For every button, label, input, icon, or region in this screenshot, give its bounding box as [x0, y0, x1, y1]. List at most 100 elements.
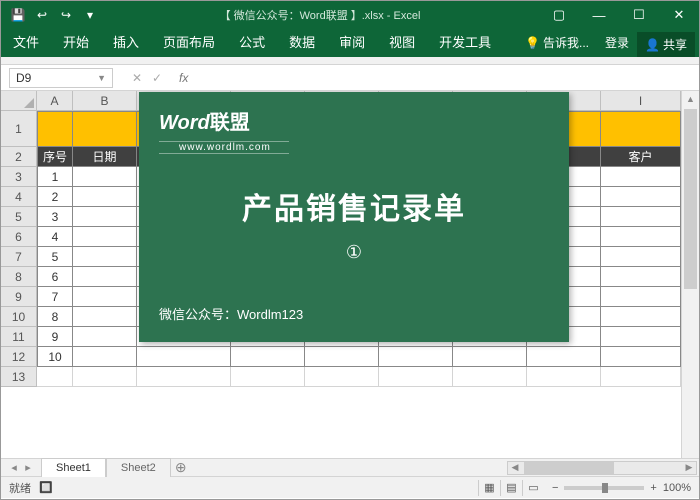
row-header[interactable]: 6 [1, 227, 37, 247]
cell[interactable] [601, 287, 681, 307]
cell[interactable] [379, 367, 453, 387]
cell[interactable] [231, 347, 305, 367]
cell[interactable]: 5 [37, 247, 73, 267]
redo-icon[interactable]: ↪ [55, 4, 77, 26]
tab-nav-last-icon[interactable]: ▸ [21, 461, 35, 474]
cell[interactable]: 4 [37, 227, 73, 247]
cell[interactable] [37, 367, 73, 387]
minimize-icon[interactable]: — [579, 1, 619, 29]
row-header[interactable]: 9 [1, 287, 37, 307]
cell[interactable] [601, 167, 681, 187]
cell[interactable] [231, 367, 305, 387]
scroll-left-icon[interactable]: ◀ [508, 462, 522, 473]
cell[interactable] [73, 207, 137, 227]
cell[interactable] [601, 187, 681, 207]
login-button[interactable]: 登录 [597, 29, 637, 57]
horizontal-scrollbar[interactable]: ◀ ▶ [507, 461, 697, 475]
cell[interactable]: 6 [37, 267, 73, 287]
cell[interactable] [137, 367, 231, 387]
cell[interactable] [453, 347, 527, 367]
macro-record-icon[interactable]: 🔲 [39, 481, 53, 494]
name-box[interactable]: D9 ▼ [9, 68, 113, 88]
fx-icon[interactable]: fx [173, 71, 194, 85]
cell[interactable] [73, 307, 137, 327]
qat-more-icon[interactable]: ▾ [79, 4, 101, 26]
cell[interactable] [73, 287, 137, 307]
chevron-down-icon[interactable]: ▼ [97, 73, 106, 83]
cell[interactable] [73, 247, 137, 267]
tab-review[interactable]: 审阅 [327, 27, 377, 57]
row-header[interactable]: 7 [1, 247, 37, 267]
tab-layout[interactable]: 页面布局 [151, 27, 227, 57]
cell[interactable]: 序号 [37, 147, 73, 167]
share-button[interactable]: 👤共享 [637, 32, 695, 57]
row-header[interactable]: 12 [1, 347, 37, 367]
tab-developer[interactable]: 开发工具 [427, 27, 503, 57]
row-header[interactable]: 5 [1, 207, 37, 227]
add-sheet-icon[interactable]: ⊕ [171, 459, 191, 476]
cell[interactable] [73, 111, 137, 147]
cell[interactable] [137, 347, 231, 367]
scroll-up-icon[interactable]: ▲ [682, 91, 699, 107]
cell[interactable]: 8 [37, 307, 73, 327]
cell[interactable] [601, 227, 681, 247]
cell[interactable] [305, 347, 379, 367]
row-header[interactable]: 10 [1, 307, 37, 327]
cell[interactable] [73, 187, 137, 207]
cell[interactable]: 日期 [73, 147, 137, 167]
tab-nav-first-icon[interactable]: ◂ [7, 461, 21, 474]
zoom-level[interactable]: 100% [663, 482, 691, 494]
cell[interactable] [453, 367, 527, 387]
cell[interactable] [379, 347, 453, 367]
ribbon-options-icon[interactable]: ▢ [539, 1, 579, 29]
cell[interactable]: 客户 [601, 147, 681, 167]
row-header[interactable]: 1 [1, 111, 37, 147]
cell[interactable] [527, 347, 601, 367]
view-break-icon[interactable]: ▭ [522, 480, 544, 496]
cell[interactable] [527, 367, 601, 387]
cell[interactable]: 1 [37, 167, 73, 187]
row-header[interactable]: 2 [1, 147, 37, 167]
view-page-icon[interactable]: ▤ [500, 480, 522, 496]
cell[interactable] [73, 167, 137, 187]
select-all-corner[interactable] [1, 91, 37, 111]
maximize-icon[interactable]: ☐ [619, 1, 659, 29]
tab-data[interactable]: 数据 [277, 27, 327, 57]
cell[interactable] [601, 327, 681, 347]
close-icon[interactable]: ✕ [659, 1, 699, 29]
col-header[interactable]: B [73, 91, 137, 111]
sheet-tab-2[interactable]: Sheet2 [106, 458, 171, 477]
confirm-icon[interactable]: ✓ [147, 71, 167, 85]
save-icon[interactable]: 💾 [7, 4, 29, 26]
row-header[interactable]: 13 [1, 367, 37, 387]
cell[interactable] [73, 267, 137, 287]
row-header[interactable]: 8 [1, 267, 37, 287]
col-header[interactable]: I [601, 91, 681, 111]
cell[interactable] [601, 207, 681, 227]
undo-icon[interactable]: ↩ [31, 4, 53, 26]
hscroll-thumb[interactable] [524, 462, 614, 474]
tab-file[interactable]: 文件 [1, 27, 51, 57]
tab-home[interactable]: 开始 [51, 27, 101, 57]
cell[interactable]: 3 [37, 207, 73, 227]
cell[interactable] [601, 247, 681, 267]
tab-view[interactable]: 视图 [377, 27, 427, 57]
cell[interactable] [601, 347, 681, 367]
cell[interactable]: 7 [37, 287, 73, 307]
row-header[interactable]: 11 [1, 327, 37, 347]
col-header[interactable]: A [37, 91, 73, 111]
cell[interactable]: 10 [37, 347, 73, 367]
cell[interactable] [601, 307, 681, 327]
cell[interactable]: 9 [37, 327, 73, 347]
cell[interactable] [37, 111, 73, 147]
cell[interactable] [305, 367, 379, 387]
tab-formulas[interactable]: 公式 [227, 27, 277, 57]
cell[interactable] [73, 327, 137, 347]
cell[interactable] [601, 267, 681, 287]
cell[interactable]: 2 [37, 187, 73, 207]
zoom-in-icon[interactable]: + [650, 482, 656, 494]
cell[interactable] [601, 367, 681, 387]
vertical-scrollbar[interactable]: ▲ [681, 91, 699, 458]
scroll-thumb[interactable] [684, 109, 697, 289]
row-header[interactable]: 3 [1, 167, 37, 187]
